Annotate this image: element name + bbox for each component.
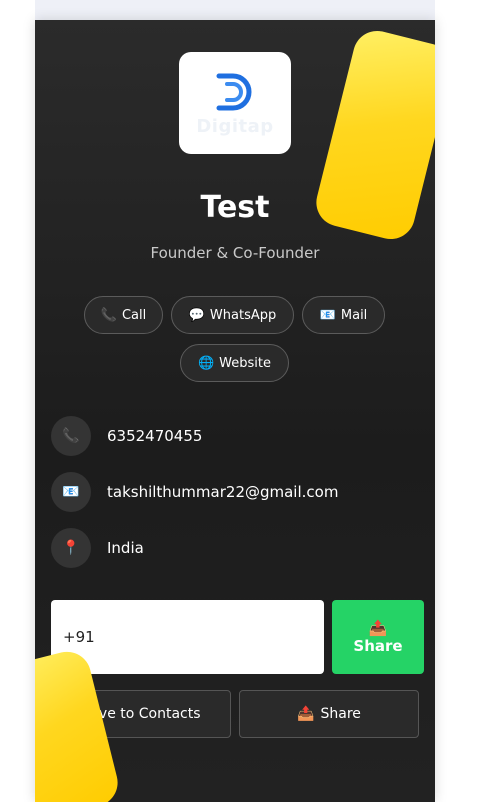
contact-phone-row[interactable]: 📞 6352470455 — [51, 416, 421, 456]
company-logo: Digitap — [179, 52, 291, 154]
email-icon: 📧 — [51, 472, 91, 512]
location-pin-icon: 📍 — [51, 528, 91, 568]
globe-icon: 🌐 — [197, 355, 215, 371]
call-label: Call — [121, 307, 147, 323]
whatsapp-share-button[interactable]: 📤 Share — [332, 600, 424, 674]
outbox-icon: 📤 — [297, 706, 315, 722]
contact-location: India — [107, 539, 144, 557]
business-card: Digitap Test Founder & Co-Founder 📞 Call… — [35, 20, 435, 802]
whatsapp-share-label: Share — [353, 637, 403, 655]
mail-button[interactable]: 📧 Mail — [302, 296, 385, 334]
contact-location-row: 📍 India — [51, 528, 421, 568]
contact-email: takshilthummar22@gmail.com — [107, 483, 339, 501]
call-button[interactable]: 📞 Call — [84, 296, 163, 334]
website-button[interactable]: 🌐 Website — [180, 344, 289, 382]
share-label: Share — [320, 706, 361, 722]
whatsapp-button[interactable]: 💬 WhatsApp — [171, 296, 294, 334]
share-phone-input[interactable] — [51, 600, 324, 674]
chat-bubble-icon: 💬 — [188, 307, 205, 323]
person-role: Founder & Co-Founder — [150, 244, 320, 262]
whatsapp-label: WhatsApp — [209, 307, 277, 323]
contact-phone: 6352470455 — [107, 427, 203, 445]
top-strip — [35, 0, 435, 20]
outbox-icon: 📤 — [368, 619, 388, 637]
mail-label: Mail — [340, 307, 368, 323]
logo-d-icon — [216, 73, 252, 110]
person-name: Test — [200, 190, 270, 225]
phone-icon: 📞 — [51, 416, 91, 456]
website-label: Website — [219, 355, 271, 371]
logo-text: Digitap — [196, 115, 274, 137]
phone-icon: 📞 — [100, 307, 117, 323]
contact-email-row[interactable]: 📧 takshilthummar22@gmail.com — [51, 472, 421, 512]
share-button[interactable]: 📤 Share — [239, 690, 419, 738]
email-icon: 📧 — [319, 307, 336, 323]
